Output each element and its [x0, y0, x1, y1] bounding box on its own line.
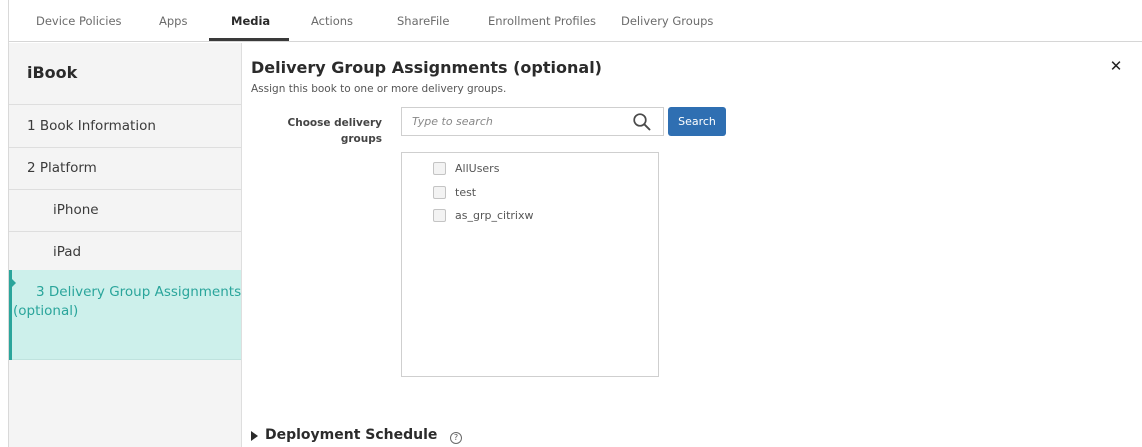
tab-media[interactable]: Media — [231, 0, 270, 42]
deployment-schedule-label: Deployment Schedule — [265, 427, 438, 443]
page-subtitle: Assign this book to one or more delivery… — [251, 83, 507, 95]
group-label: test — [455, 186, 477, 199]
group-label: AllUsers — [455, 162, 500, 175]
group-checkbox[interactable] — [433, 186, 446, 199]
active-caret-icon — [12, 279, 16, 287]
sidebar-item-iphone[interactable]: iPhone — [9, 190, 241, 232]
sidebar-header: iBook — [9, 43, 241, 105]
tab-sharefile[interactable]: ShareFile — [397, 0, 449, 42]
sidebar-item-label-continued: (optional) — [13, 303, 79, 319]
close-icon[interactable]: ✕ — [1109, 58, 1123, 74]
tab-device-policies[interactable]: Device Policies — [36, 0, 122, 42]
help-icon[interactable]: ? — [450, 432, 462, 444]
sidebar-item-book-information[interactable]: 1 Book Information — [9, 106, 241, 148]
sidebar-item-label: 2 Platform — [27, 160, 97, 176]
active-tab-indicator — [209, 38, 289, 41]
tab-enrollment-profiles[interactable]: Enrollment Profiles — [488, 0, 596, 42]
tab-apps[interactable]: Apps — [159, 0, 187, 42]
tab-delivery-groups[interactable]: Delivery Groups — [621, 0, 713, 42]
sidebar-item-label: 1 Book Information — [27, 118, 156, 134]
sidebar-item-delivery-group-assignments[interactable]: 3 Delivery Group Assignments (optional) — [9, 270, 241, 360]
sidebar-item-platform[interactable]: 2 Platform — [9, 148, 241, 190]
sidebar-item-label: 3 Delivery Group Assignments — [36, 284, 242, 300]
group-checkbox[interactable] — [433, 162, 446, 175]
top-tab-bar: Device Policies Apps Media Actions Share… — [9, 0, 1142, 42]
delivery-group-list[interactable]: AllUsers test as_grp_citrixw — [401, 152, 659, 377]
search-icon[interactable] — [632, 112, 652, 132]
search-button[interactable]: Search — [668, 107, 726, 136]
delivery-group-search-input[interactable] — [401, 107, 664, 136]
sidebar-title: iBook — [27, 63, 78, 82]
sidebar-item-ipad[interactable]: iPad — [9, 232, 241, 274]
wizard-sidebar: iBook 1 Book Information 2 Platform iPho… — [9, 43, 242, 447]
choose-delivery-groups-label: Choose delivery groups — [287, 117, 382, 145]
group-label: as_grp_citrixw — [455, 209, 534, 222]
triangle-right-icon — [251, 431, 258, 441]
sidebar-item-label: iPhone — [53, 202, 99, 218]
tab-actions[interactable]: Actions — [311, 0, 353, 42]
group-checkbox[interactable] — [433, 209, 446, 222]
sidebar-item-label: iPad — [53, 244, 82, 260]
page-title: Delivery Group Assignments (optional) — [251, 58, 602, 77]
